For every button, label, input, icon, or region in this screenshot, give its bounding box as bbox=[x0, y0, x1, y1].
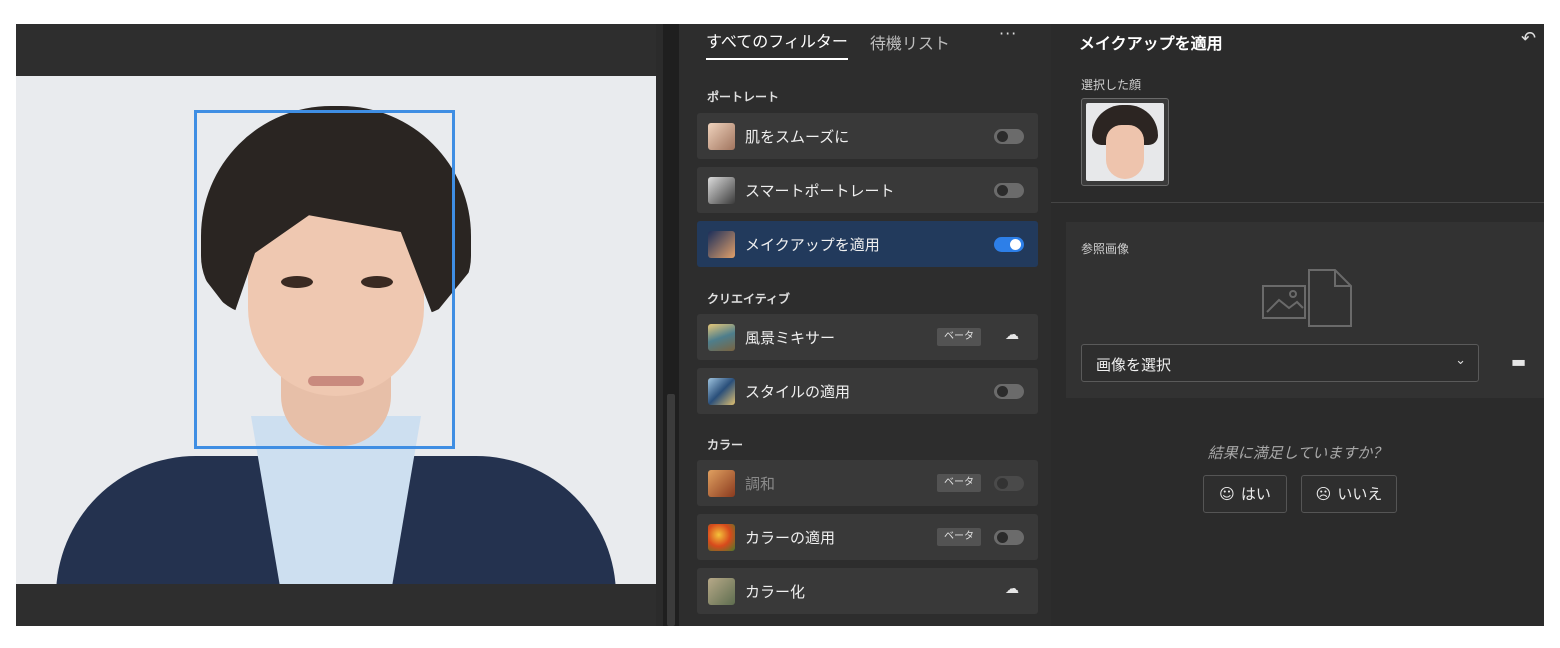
filter-item-label: カラーの適用 bbox=[745, 529, 836, 547]
feedback-no-label: いいえ bbox=[1337, 485, 1383, 503]
filter-item-label: スタイルの適用 bbox=[745, 383, 851, 401]
feedback-yes-label: はい bbox=[1240, 485, 1271, 503]
filter-item-smart-portrait[interactable]: スマートポートレート bbox=[697, 167, 1038, 213]
selected-face-thumbnail[interactable] bbox=[1081, 98, 1169, 186]
beta-badge: ベータ bbox=[937, 528, 981, 546]
reference-image-section: 参照画像 画像を選択 ⌄ ▬ bbox=[1066, 222, 1544, 398]
smooth-skin-toggle[interactable] bbox=[994, 129, 1024, 144]
preview-canvas bbox=[16, 24, 656, 626]
feedback-yes-button[interactable]: ☺ はい bbox=[1203, 475, 1287, 513]
harmonization-thumbnail-icon bbox=[708, 470, 735, 497]
filter-item-color-transfer[interactable]: カラーの適用 ベータ bbox=[697, 514, 1038, 560]
selected-face-label: 選択した顔 bbox=[1081, 78, 1142, 92]
landscape-mixer-thumbnail-icon bbox=[708, 324, 735, 351]
neural-filters-window: すべてのフィルター 待機リスト ··· ポートレート 肌をスムーズに スマートポ… bbox=[16, 24, 1544, 626]
frown-icon: ☹ bbox=[1315, 485, 1332, 503]
beta-badge: ベータ bbox=[937, 328, 981, 346]
more-options-icon[interactable]: ··· bbox=[999, 24, 1017, 43]
smart-portrait-thumbnail-icon bbox=[708, 177, 735, 204]
makeup-transfer-toggle[interactable] bbox=[994, 237, 1024, 252]
face-selection-box[interactable] bbox=[194, 110, 455, 449]
section-title-color: カラー bbox=[707, 438, 744, 452]
reference-image-label: 参照画像 bbox=[1081, 242, 1130, 256]
filter-item-label: カラー化 bbox=[745, 583, 806, 601]
undo-icon[interactable]: ↶ bbox=[1521, 28, 1536, 49]
smart-portrait-toggle[interactable] bbox=[994, 183, 1024, 198]
color-transfer-thumbnail-icon bbox=[708, 524, 735, 551]
harmonization-toggle[interactable] bbox=[994, 476, 1024, 491]
smile-icon: ☺ bbox=[1219, 485, 1235, 503]
feedback-no-button[interactable]: ☹ いいえ bbox=[1301, 475, 1397, 513]
filter-item-landscape-mixer[interactable]: 風景ミキサー ベータ ☁ bbox=[697, 314, 1038, 360]
select-value: 画像を選択 bbox=[1096, 356, 1172, 374]
filter-item-makeup-transfer[interactable]: メイクアップを適用 bbox=[697, 221, 1038, 267]
tab-wait-list[interactable]: 待機リスト bbox=[870, 30, 950, 60]
makeup-thumbnail-icon bbox=[708, 231, 735, 258]
filter-item-label: メイクアップを適用 bbox=[745, 236, 880, 254]
divider bbox=[1051, 202, 1544, 203]
preview-scrollbar[interactable] bbox=[663, 24, 679, 626]
colorize-thumbnail-icon bbox=[708, 578, 735, 605]
filters-list-panel: すべてのフィルター 待機リスト ··· ポートレート 肌をスムーズに スマートポ… bbox=[679, 24, 1051, 626]
filter-item-harmonization[interactable]: 調和 ベータ bbox=[697, 460, 1038, 506]
reference-image-select[interactable]: 画像を選択 ⌄ bbox=[1081, 344, 1479, 382]
cloud-download-icon[interactable]: ☁ bbox=[1005, 581, 1019, 597]
feedback-question: 結果に満足していますか？ bbox=[1207, 444, 1388, 462]
style-transfer-thumbnail-icon bbox=[708, 378, 735, 405]
cloud-download-icon[interactable]: ☁ bbox=[1005, 327, 1019, 343]
filter-item-label: 調和 bbox=[745, 475, 776, 493]
image-placeholder-icon bbox=[1262, 269, 1352, 327]
filter-item-style-transfer[interactable]: スタイルの適用 bbox=[697, 368, 1038, 414]
tab-all-filters[interactable]: すべてのフィルター bbox=[706, 28, 848, 60]
filter-item-smooth-skin[interactable]: 肌をスムーズに bbox=[697, 113, 1038, 159]
section-title-portrait: ポートレート bbox=[707, 90, 780, 104]
smooth-skin-thumbnail-icon bbox=[708, 123, 735, 150]
beta-badge: ベータ bbox=[937, 474, 981, 492]
filter-tabs: すべてのフィルター 待機リスト bbox=[706, 24, 950, 60]
filter-item-label: 風景ミキサー bbox=[745, 329, 836, 347]
color-transfer-toggle[interactable] bbox=[994, 530, 1024, 545]
style-transfer-toggle[interactable] bbox=[994, 384, 1024, 399]
chevron-down-icon: ⌄ bbox=[1455, 353, 1466, 368]
folder-icon[interactable]: ▬ bbox=[1511, 352, 1526, 371]
filter-item-label: スマートポートレート bbox=[745, 182, 895, 200]
filter-item-label: 肌をスムーズに bbox=[745, 128, 850, 146]
section-title-creative: クリエイティブ bbox=[707, 292, 791, 306]
scrollbar-thumb[interactable] bbox=[667, 394, 675, 626]
filter-settings-panel: メイクアップを適用 ↶ 選択した顔 参照画像 画像を選択 ⌄ ▬ 結果に満足して… bbox=[1051, 24, 1544, 626]
panel-title: メイクアップを適用 bbox=[1079, 34, 1223, 53]
filter-item-colorize[interactable]: カラー化 ☁ bbox=[697, 568, 1038, 614]
